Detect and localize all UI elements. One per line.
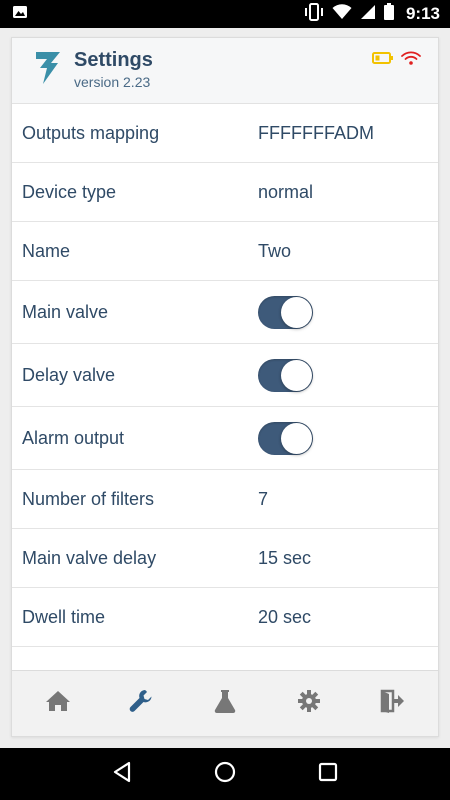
wifi-warning-icon [400,50,422,71]
setting-row-dwell-time[interactable]: Dwell time 20 sec [12,588,438,647]
setting-row-delay-valve: Delay valve [12,344,438,407]
back-button[interactable] [102,754,142,794]
setting-value: Two [258,240,292,261]
toggle-knob [281,359,312,391]
setting-label: Alarm output [22,427,125,448]
toggle-knob [281,422,312,454]
setting-label: Dwell time [22,606,106,627]
setting-value: normal [258,181,314,202]
image-icon [12,4,28,25]
setting-value: 15 sec [258,547,312,568]
bottom-nav [12,670,438,736]
setting-value: 7 [258,488,269,509]
setting-row-partial [12,647,438,671]
flask-icon [213,688,237,719]
setting-label: Delay valve [22,364,116,385]
recents-button[interactable] [308,754,348,794]
setting-row-device-type[interactable]: Device type normal [12,163,438,222]
nav-home[interactable] [28,682,88,726]
version-label: version 2.23 [74,74,151,90]
page-title: Settings [74,49,153,71]
nav-lab[interactable] [195,682,255,726]
nav-exit[interactable] [362,682,422,726]
toggle-knob [281,296,312,328]
setting-label: Device type [22,181,117,202]
recents-icon [318,762,338,787]
wifi-icon [332,3,352,25]
vibrate-icon [304,2,324,26]
setting-label: Name [22,240,71,261]
nav-settings-tools[interactable] [111,682,171,726]
nav-preferences[interactable] [279,682,339,726]
setting-row-alarm-output: Alarm output [12,407,438,470]
logo-icon [34,48,64,86]
status-bar: 9:13 [0,0,450,28]
back-icon [112,761,132,788]
setting-row-main-valve: Main valve [12,281,438,344]
setting-label: Main valve [22,301,109,322]
exit-icon [379,689,405,718]
setting-label: Main valve delay [22,547,157,568]
alarm-output-toggle[interactable] [258,421,313,455]
wrench-icon [128,688,154,719]
setting-label: Outputs mapping [22,122,160,143]
battery-low-icon [372,51,394,70]
setting-value: 20 sec [258,606,312,627]
home-circle-icon [214,761,236,788]
home-button[interactable] [205,754,245,794]
gear-icon [297,689,321,718]
setting-row-number-of-filters[interactable]: Number of filters 7 [12,470,438,529]
settings-list: Outputs mapping FFFFFFFADM Device type n… [12,104,438,671]
setting-label: Number of filters [22,488,155,509]
main-valve-toggle[interactable] [258,295,313,329]
battery-icon [383,3,394,25]
settings-card: Settings version 2.23 Outputs mapping FF… [11,37,439,737]
header: Settings version 2.23 [12,38,438,104]
setting-row-outputs-mapping[interactable]: Outputs mapping FFFFFFFADM [12,104,438,163]
status-time: 9:13 [405,4,440,23]
setting-row-main-valve-delay[interactable]: Main valve delay 15 sec [12,529,438,588]
delay-valve-toggle[interactable] [258,358,313,392]
setting-row-name[interactable]: Name Two [12,222,438,281]
signal-icon [360,4,376,25]
android-nav-bar [0,748,450,800]
home-icon [45,689,71,718]
setting-value: FFFFFFFADM [258,122,374,143]
